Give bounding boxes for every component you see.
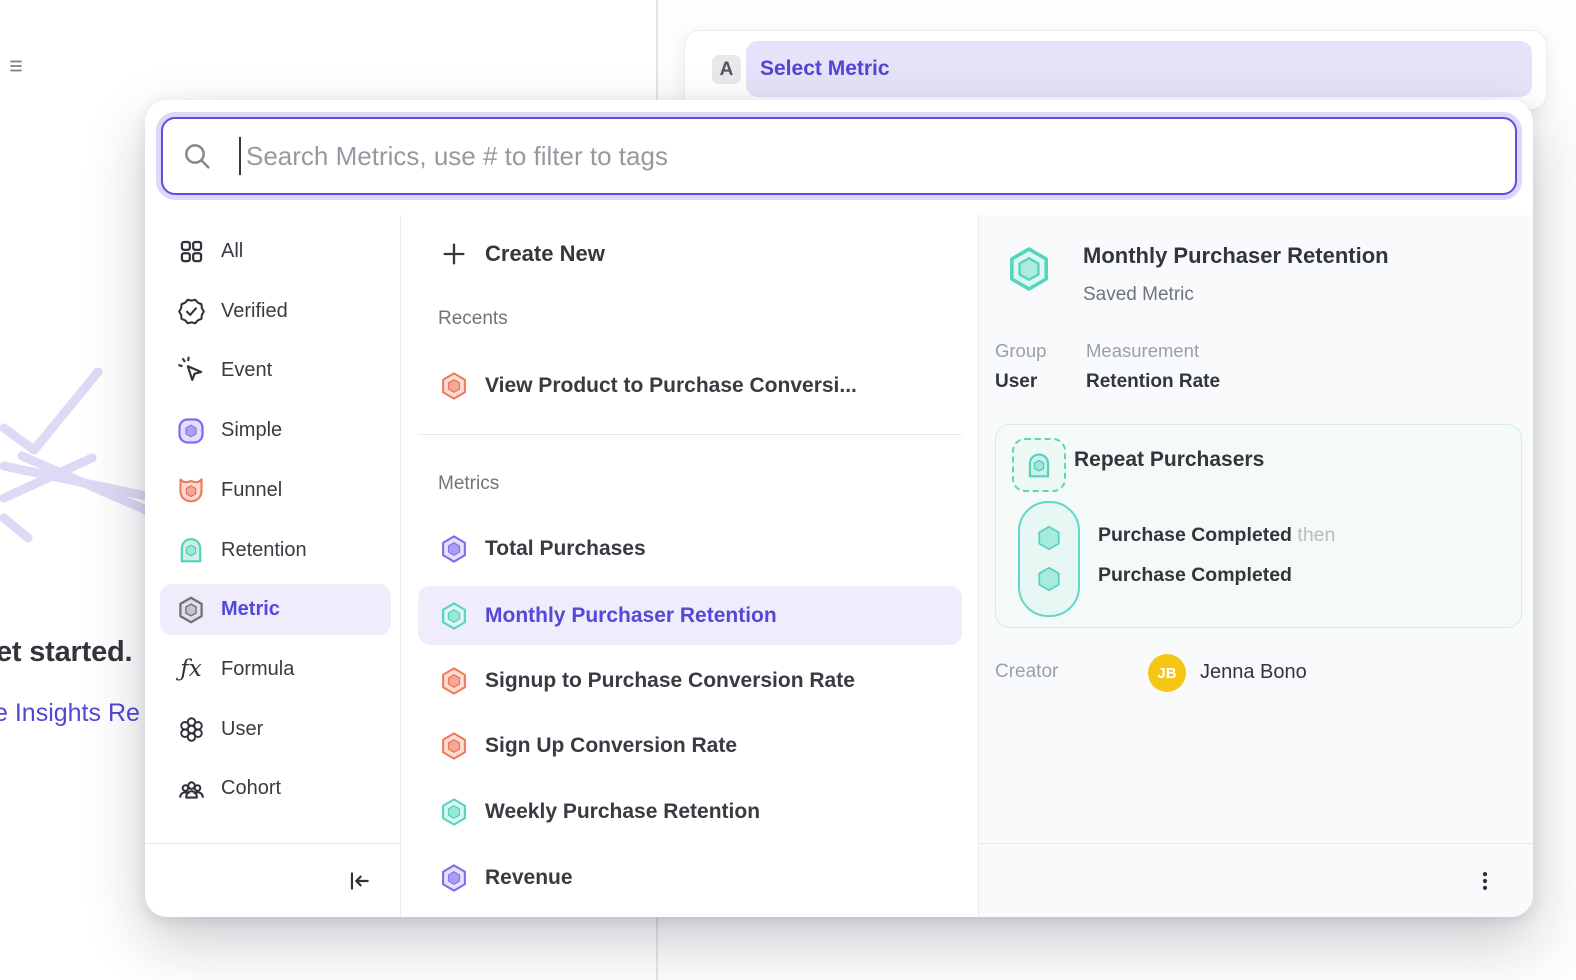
metrics-header: Metrics [438,473,499,495]
sidebar-item-user[interactable]: User [160,704,391,755]
sidebar-item-label: Cohort [221,777,281,800]
step-hexagon-icon [1034,563,1064,595]
definition-name: Repeat Purchasers [1074,448,1264,472]
definition-step-2: Purchase Completed [1098,564,1292,590]
sidebar-item-label: Verified [221,300,288,323]
plus-icon [439,239,469,269]
sidebar-item-retention[interactable]: Retention [160,525,391,576]
metric-item-label: Total Purchases [485,537,646,561]
simple-hexagon-icon [176,416,206,446]
recent-item[interactable]: View Product to Purchase Conversi... [418,356,962,415]
list-divider [418,434,962,435]
search-icon [181,140,213,172]
creator-label: Creator [995,661,1058,683]
sidebar-item-metric[interactable]: Metric [160,584,391,635]
steps-capsule [1018,501,1080,617]
verified-badge-icon [176,296,206,326]
group-value: User [995,371,1037,393]
background-heading: et started. [0,636,132,669]
select-metric-label: Select Metric [760,57,890,81]
metric-item-total-purchases[interactable]: Total Purchases [418,520,962,579]
sidebar-item-label: Retention [221,539,307,562]
recent-item-label: View Product to Purchase Conversi... [485,374,857,398]
grid-icon [176,237,206,267]
hexagon-purple-icon [439,861,469,895]
metric-item-monthly-purchaser-retention[interactable]: Monthly Purchaser Retention [418,586,962,645]
create-new-button[interactable]: Create New [418,227,962,281]
sidebar-item-simple[interactable]: Simple [160,405,391,456]
sidebar-item-label: Formula [221,658,294,681]
decorative-chart-lines [0,368,150,543]
sidebar-item-label: User [221,718,263,741]
metric-list: Create New Recents View Product to Purch… [400,215,979,917]
sidebar-item-label: Event [221,359,272,382]
category-sidebar: All Verified Event [145,215,400,917]
sidebar-item-funnel[interactable]: Funnel [160,465,391,516]
metric-item-label: Sign Up Conversion Rate [485,734,737,758]
hexagon-orange-icon [439,729,469,763]
recents-header: Recents [438,308,508,330]
app-background: et started. e Insights Re A Select Metri… [0,0,1576,980]
retention-definition-icon [1012,438,1066,492]
metric-item-label: Monthly Purchaser Retention [485,604,777,628]
search-input[interactable] [244,140,1495,173]
sidebar-footer [145,843,400,917]
select-metric-button[interactable]: Select Metric [746,41,1532,97]
hexagon-purple-icon [439,532,469,566]
metric-detail-panel: Monthly Purchaser Retention Saved Metric… [978,215,1533,917]
sidebar-item-formula[interactable]: ƒx Formula [160,644,391,695]
measurement-label: Measurement [1086,340,1199,362]
creator-avatar: JB [1148,654,1186,692]
sidebar-item-verified[interactable]: Verified [160,286,391,337]
metric-item-revenue[interactable]: Revenue [418,849,962,908]
funnel-hexagon-icon [176,475,206,505]
step-hexagon-icon [1034,522,1064,554]
hexagon-teal-icon [439,795,469,829]
metric-item-label: Revenue [485,866,573,890]
sidebar-item-label: Funnel [221,479,282,502]
definition-card: Repeat Purchasers Purchase Completed the… [995,424,1522,628]
sidebar-item-label: All [221,240,243,263]
event-cursor-icon [176,356,206,386]
drag-handle-icon[interactable] [8,58,24,79]
sidebar-item-label: Metric [221,598,280,621]
create-new-label: Create New [485,241,605,267]
user-cluster-icon [176,714,206,744]
sidebar-item-event[interactable]: Event [160,345,391,396]
step-connector: then [1297,524,1335,546]
metric-item-label: Weekly Purchase Retention [485,800,760,824]
detail-title: Monthly Purchaser Retention [1083,243,1389,269]
sidebar-item-all[interactable]: All [160,226,391,277]
metric-item-weekly-purchase-retention[interactable]: Weekly Purchase Retention [418,783,962,842]
metric-item-label: Signup to Purchase Conversion Rate [485,669,855,693]
metric-item-signup-conversion[interactable]: Sign Up Conversion Rate [418,717,962,776]
hexagon-teal-icon [439,599,469,633]
text-caret [239,137,241,175]
measurement-value: Retention Rate [1086,371,1220,393]
metric-picker-modal: All Verified Event [145,100,1533,917]
series-a-badge: A [712,55,741,84]
metric-hexagon-icon [176,595,206,625]
cohort-people-icon [176,774,206,804]
group-label: Group [995,340,1046,362]
detail-type: Saved Metric [1083,284,1194,306]
background-insights-link[interactable]: e Insights Re [0,699,140,728]
sidebar-item-cohort[interactable]: Cohort [160,763,391,814]
more-options-icon[interactable] [1470,866,1500,896]
definition-step-1: Purchase Completed then [1098,524,1335,550]
hexagon-orange-icon [439,369,469,403]
retention-arch-icon [176,535,206,565]
formula-fx-icon: ƒx [176,654,206,684]
metric-item-signup-to-purchase[interactable]: Signup to Purchase Conversion Rate [418,652,962,711]
sidebar-item-label: Simple [221,419,282,442]
creator-name: Jenna Bono [1200,661,1307,684]
detail-footer [979,843,1533,917]
hexagon-orange-icon [439,664,469,698]
collapse-left-icon[interactable] [343,865,375,897]
saved-metric-hexagon-icon [1005,244,1053,299]
search-box [161,117,1517,195]
